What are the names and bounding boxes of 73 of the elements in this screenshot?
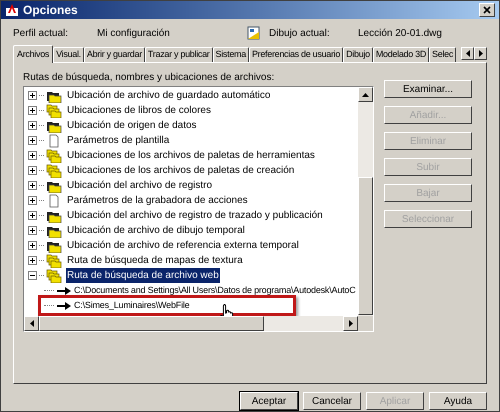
folders-icon [46,254,62,268]
tab[interactable]: Sistema [212,47,249,62]
expand-toggle-icon[interactable] [28,211,37,220]
scroll-thumb[interactable] [358,177,373,315]
up-arrow-icon [362,92,369,96]
tree-item[interactable]: Ubicaciones de los archivos de paletas de herramientas [66,148,316,163]
button[interactable]: Ayuda [429,392,487,410]
tree-label: Rutas de búsqueda, nombres y ubicaciones de archivos: [23,71,276,84]
scroll-right-button[interactable] [343,316,358,331]
scroll-left-button[interactable] [24,316,39,331]
right-arrow-icon [478,50,483,57]
close-icon [483,6,491,14]
expand-toggle-icon[interactable] [28,106,37,115]
app-logo-icon [5,3,19,17]
expand-toggle-icon[interactable] [28,241,37,250]
folders-icon [46,164,62,178]
arrow-icon [57,302,71,310]
expand-toggle-icon[interactable] [28,256,37,265]
expand-toggle-icon[interactable] [28,196,37,205]
drawing-file-icon [247,26,261,40]
tab[interactable]: Modelado 3D [372,47,430,62]
tree-item[interactable]: Ubicación del archivo de registro de trazado y publicación [66,208,324,223]
left-arrow-icon [466,50,470,57]
collapse-toggle-icon[interactable] [28,271,37,280]
tab[interactable]: Visual. [53,47,84,62]
tree-item[interactable]: Ubicación de archivo de referencia externa temporal [66,238,300,253]
button[interactable]: Examinar... [384,80,472,98]
tab[interactable]: Selec [429,47,456,62]
expand-toggle-icon[interactable] [28,121,37,130]
tree-item[interactable]: Parámetros de la grabadora de acciones [66,193,249,208]
tree-item[interactable]: Ruta de búsqueda de archivo web [66,268,220,283]
profile-label: Perfil actual: [13,26,70,40]
expand-toggle-icon[interactable] [28,151,37,160]
tree-item[interactable]: Ubicación del archivo de registro [66,178,214,193]
expand-toggle-icon[interactable] [28,181,37,190]
window-title: Opciones [23,2,78,19]
tab[interactable]: Dibujo [343,47,373,62]
drawing-value: Lección 20-01.dwg [358,26,442,40]
expand-toggle-icon[interactable] [28,226,37,235]
tree-item[interactable]: Ubicación de archivo de guardado automático [66,88,272,103]
folders-icon [46,268,62,282]
button[interactable]: Aceptar [240,392,298,410]
folders-icon [46,104,62,118]
tree-item[interactable]: C:\Simes_Luminaires\WebFile [74,298,190,312]
tree-item[interactable]: Parámetros de plantilla [66,133,170,148]
scroll-up-button[interactable] [358,87,373,102]
profile-value: Mi configuración [97,26,171,40]
scroll-thumb[interactable] [39,316,264,331]
button[interactable]: Cancelar [303,392,361,410]
expand-toggle-icon[interactable] [28,91,37,100]
right-arrow-icon [348,320,352,327]
tab[interactable]: Archivos [13,45,54,63]
tree-item[interactable]: C:\Documents and Settings\All Users\Datos de programa\Autodesk\AutoC [74,284,356,298]
tab[interactable]: Trazar y publicar [144,47,213,62]
tree-item[interactable]: Ubicación de archivo de dibujo temporal [66,223,246,238]
horizontal-scrollbar[interactable] [24,316,373,331]
arrow-icon [57,286,71,294]
left-arrow-icon [30,320,34,327]
tab-scroll-right-button[interactable] [474,47,487,60]
tree-item[interactable]: Ruta de búsqueda de mapas de textura [66,253,244,268]
scrollbar-corner [358,316,373,331]
tab[interactable]: Abrir y guardar [84,47,145,62]
close-button[interactable] [479,3,495,17]
expand-toggle-icon[interactable] [28,166,37,175]
folders-icon [46,148,62,162]
tab[interactable]: Preferencias de usuario [248,47,344,62]
drawing-label: Dibujo actual: [269,26,331,40]
tree-item[interactable]: Ubicaciones de libros de colores [66,103,212,118]
vertical-scrollbar[interactable] [358,87,373,316]
tree-item[interactable]: Ubicación de origen de datos [66,118,198,133]
tree-item[interactable]: Ubicaciones de los archivos de paletas de creación [66,163,296,178]
expand-toggle-icon[interactable] [28,136,37,145]
tab-scroll-left-button[interactable] [461,47,474,60]
